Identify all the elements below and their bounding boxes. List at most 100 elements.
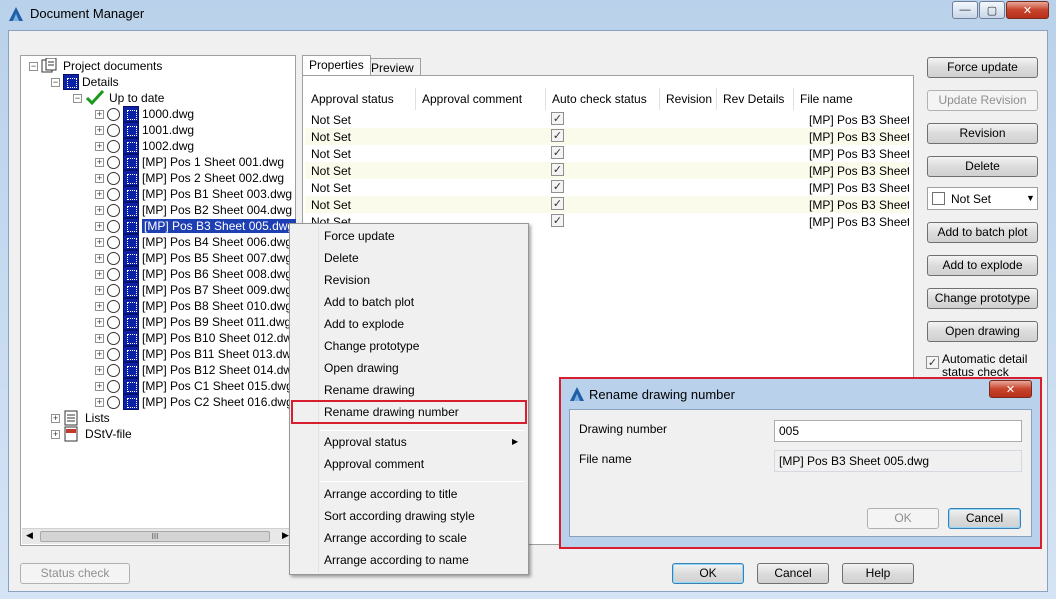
tree-file-item[interactable]: +1001.dwg bbox=[95, 122, 194, 138]
ok-button[interactable]: OK bbox=[672, 563, 744, 584]
tree-file-item[interactable]: + [MP] Pos C2 Sheet 016.dwg bbox=[95, 394, 293, 410]
tree-file-item[interactable]: +1002.dwg bbox=[95, 138, 194, 154]
tree-horizontal-scrollbar[interactable]: ◀ III ▶ bbox=[22, 528, 294, 544]
table-row[interactable]: Not Set ✓ [MP] Pos B3 Sheet 0 bbox=[305, 162, 909, 179]
tree-node-details[interactable]: − Details bbox=[51, 74, 119, 90]
tree-file-item[interactable]: + [MP] Pos 1 Sheet 001.dwg bbox=[95, 154, 284, 170]
chevron-down-icon[interactable]: ▼ bbox=[1026, 193, 1035, 203]
column-header-approval-comment[interactable]: Approval comment bbox=[422, 92, 522, 106]
tree-file-item[interactable]: + [MP] Pos B10 Sheet 012.dwg bbox=[95, 330, 299, 346]
column-header-revision[interactable]: Revision bbox=[666, 92, 712, 106]
tree-file-item[interactable]: + [MP] Pos B4 Sheet 006.dwg bbox=[95, 234, 292, 250]
expand-icon[interactable]: + bbox=[95, 253, 104, 263]
tree-node-up-to-date[interactable]: − Up to date bbox=[73, 90, 164, 106]
add-to-batch-plot-button[interactable]: Add to batch plot bbox=[927, 222, 1038, 243]
menu-item-delete[interactable]: Delete bbox=[324, 248, 359, 268]
tree-file-item[interactable]: + [MP] Pos B5 Sheet 007.dwg bbox=[95, 250, 292, 266]
maximize-button[interactable]: ▢ bbox=[979, 1, 1005, 19]
expand-icon[interactable]: + bbox=[95, 285, 104, 295]
drawing-number-input[interactable]: 005 bbox=[774, 420, 1022, 442]
change-prototype-button[interactable]: Change prototype bbox=[927, 288, 1038, 309]
add-to-explode-button[interactable]: Add to explode bbox=[927, 255, 1038, 276]
menu-item-approval-comment[interactable]: Approval comment bbox=[324, 454, 424, 474]
menu-item-open-drawing[interactable]: Open drawing bbox=[324, 358, 399, 378]
tree-node-dstv[interactable]: + DStV-file bbox=[51, 426, 132, 442]
scroll-right-icon[interactable]: ▶ bbox=[282, 530, 289, 541]
expand-icon[interactable]: + bbox=[95, 221, 104, 231]
tree-file-item[interactable]: + [MP] Pos B6 Sheet 008.dwg bbox=[95, 266, 292, 282]
column-header-file-name[interactable]: File name bbox=[800, 92, 853, 106]
expand-icon[interactable]: + bbox=[95, 317, 104, 327]
approval-status-select[interactable]: Not Set ▼ bbox=[927, 187, 1038, 210]
delete-button[interactable]: Delete bbox=[927, 156, 1038, 177]
column-header-auto-check[interactable]: Auto check status bbox=[552, 92, 647, 106]
auto-check-checkbox[interactable]: ✓ bbox=[551, 163, 564, 176]
expand-icon[interactable]: + bbox=[95, 109, 104, 119]
expand-icon[interactable]: + bbox=[95, 397, 104, 407]
table-row[interactable]: Not Set ✓ [MP] Pos B3 Sheet 0 bbox=[305, 111, 909, 128]
tree-file-item[interactable]: + [MP] Pos B2 Sheet 004.dwg bbox=[95, 202, 292, 218]
auto-check-checkbox[interactable]: ✓ bbox=[551, 146, 564, 159]
auto-check-checkbox[interactable]: ✓ bbox=[551, 180, 564, 193]
expand-icon[interactable]: + bbox=[95, 237, 104, 247]
tab-properties[interactable]: Properties bbox=[302, 55, 371, 75]
menu-item-rename-drawing[interactable]: Rename drawing bbox=[324, 380, 415, 400]
expand-icon[interactable]: + bbox=[95, 349, 104, 359]
scrollbar-thumb[interactable]: III bbox=[40, 531, 270, 542]
tree-node-lists[interactable]: + Lists bbox=[51, 410, 110, 426]
expand-icon[interactable]: + bbox=[95, 365, 104, 375]
menu-item-approval-status[interactable]: Approval status bbox=[324, 432, 407, 452]
expand-icon[interactable]: + bbox=[95, 189, 104, 199]
expand-icon[interactable]: + bbox=[95, 125, 104, 135]
expand-icon[interactable]: + bbox=[51, 429, 60, 439]
menu-item-sort-drawing-style[interactable]: Sort according drawing style bbox=[324, 506, 475, 526]
document-tree[interactable]: − Project documents − Details − Up to da… bbox=[20, 55, 299, 546]
expand-icon[interactable]: + bbox=[95, 333, 104, 343]
menu-item-add-to-explode[interactable]: Add to explode bbox=[324, 314, 404, 334]
menu-item-arrange-title[interactable]: Arrange according to title bbox=[324, 484, 457, 504]
tree-file-item[interactable]: + [MP] Pos C1 Sheet 015.dwg bbox=[95, 378, 293, 394]
expand-icon[interactable]: + bbox=[95, 269, 104, 279]
minimize-button[interactable]: — bbox=[952, 1, 978, 19]
expand-icon[interactable]: + bbox=[95, 381, 104, 391]
menu-item-add-to-batch-plot[interactable]: Add to batch plot bbox=[324, 292, 414, 312]
auto-check-checkbox[interactable]: ✓ bbox=[551, 197, 564, 210]
tree-file-item[interactable]: +1000.dwg bbox=[95, 106, 194, 122]
dialog-ok-button[interactable]: OK bbox=[867, 508, 939, 529]
column-header-approval-status[interactable]: Approval status bbox=[311, 92, 394, 106]
tree-file-item[interactable]: + [MP] Pos B1 Sheet 003.dwg bbox=[95, 186, 292, 202]
collapse-icon[interactable]: − bbox=[51, 77, 60, 87]
dialog-cancel-button[interactable]: Cancel bbox=[948, 508, 1021, 529]
table-row[interactable]: Not Set ✓ [MP] Pos B3 Sheet 0 bbox=[305, 145, 909, 162]
table-row[interactable]: Not Set ✓ [MP] Pos B3 Sheet 0 bbox=[305, 196, 909, 213]
menu-item-arrange-name[interactable]: Arrange according to name bbox=[324, 550, 469, 570]
auto-check-checkbox[interactable]: ✓ bbox=[551, 214, 564, 227]
help-button[interactable]: Help bbox=[842, 563, 914, 584]
menu-item-arrange-scale[interactable]: Arrange according to scale bbox=[324, 528, 467, 548]
collapse-icon[interactable]: − bbox=[73, 93, 82, 103]
tab-preview[interactable]: Preview bbox=[364, 58, 421, 75]
dialog-close-button[interactable]: ✕ bbox=[989, 380, 1032, 398]
expand-icon[interactable]: + bbox=[95, 173, 104, 183]
auto-check-checkbox[interactable]: ✓ bbox=[551, 129, 564, 142]
menu-item-force-update[interactable]: Force update bbox=[324, 226, 395, 246]
tree-file-item[interactable]: + [MP] Pos B11 Sheet 013.dwg bbox=[95, 346, 298, 362]
expand-icon[interactable]: + bbox=[95, 205, 104, 215]
tree-file-item[interactable]: + [MP] Pos B8 Sheet 010.dwg bbox=[95, 298, 292, 314]
status-check-button[interactable]: Status check bbox=[20, 563, 130, 584]
scroll-left-icon[interactable]: ◀ bbox=[26, 530, 33, 541]
collapse-icon[interactable]: − bbox=[29, 61, 38, 71]
tree-node-project-documents[interactable]: − Project documents bbox=[29, 58, 162, 74]
tree-file-item[interactable]: + [MP] Pos B12 Sheet 014.dwg bbox=[95, 362, 299, 378]
expand-icon[interactable]: + bbox=[95, 301, 104, 311]
auto-detail-checkbox[interactable]: ✓ bbox=[926, 356, 939, 369]
table-row[interactable]: Not Set ✓ [MP] Pos B3 Sheet 0 bbox=[305, 179, 909, 196]
revision-button[interactable]: Revision bbox=[927, 123, 1038, 144]
expand-icon[interactable]: + bbox=[95, 157, 104, 167]
expand-icon[interactable]: + bbox=[95, 141, 104, 151]
tree-file-item[interactable]: + [MP] Pos B9 Sheet 011.dwg bbox=[95, 314, 291, 330]
update-revision-button[interactable]: Update Revision bbox=[927, 90, 1038, 111]
tree-file-item[interactable]: + [MP] Pos 2 Sheet 002.dwg bbox=[95, 170, 284, 186]
force-update-button[interactable]: Force update bbox=[927, 57, 1038, 78]
column-header-rev-details[interactable]: Rev Details bbox=[723, 92, 784, 106]
